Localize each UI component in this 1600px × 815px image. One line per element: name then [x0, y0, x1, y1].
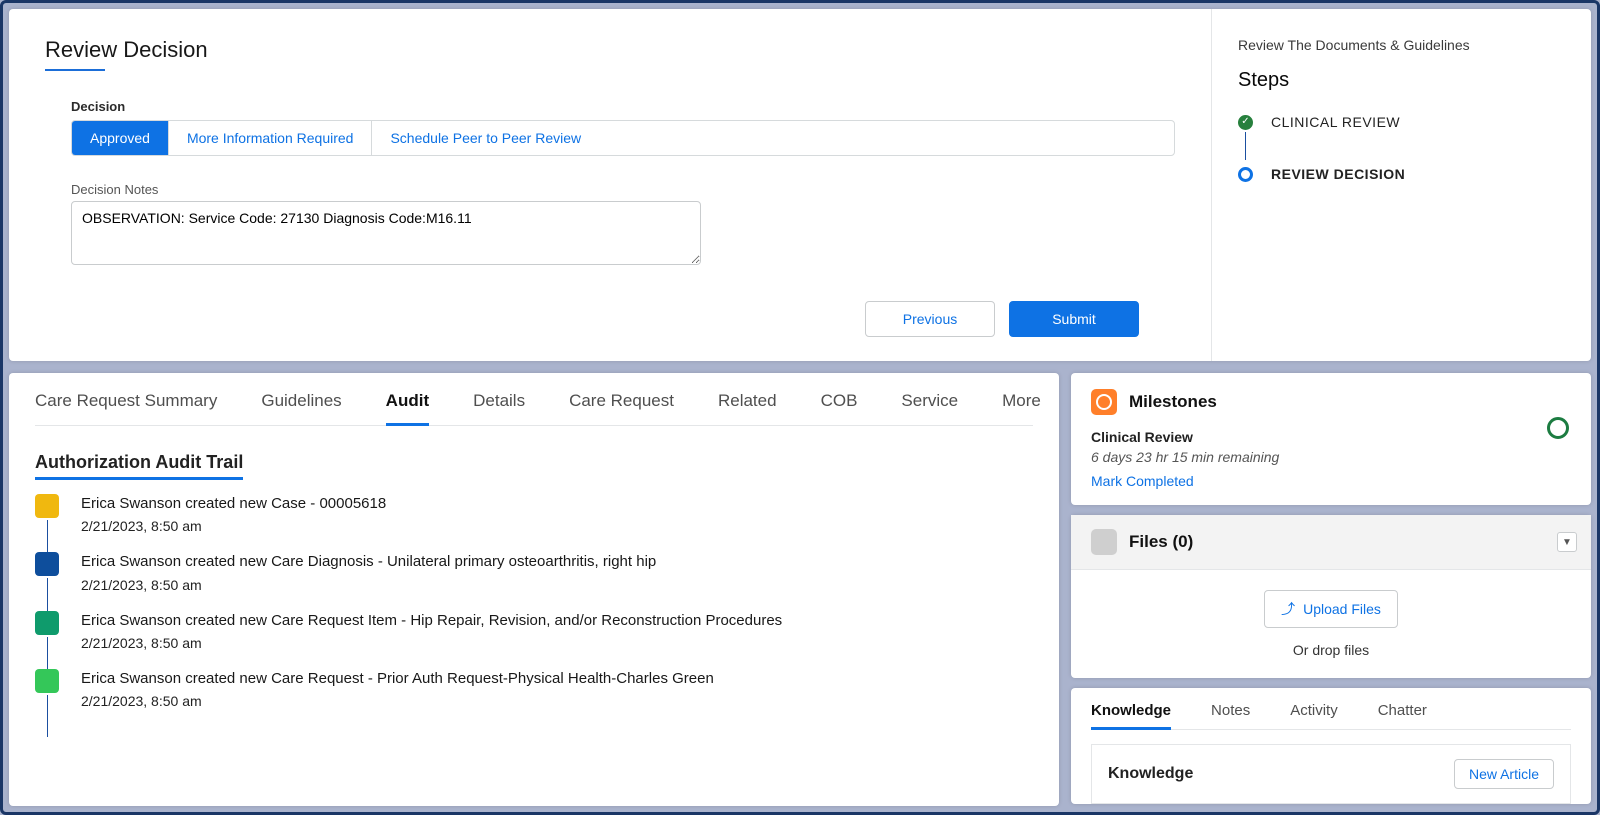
ktab-knowledge[interactable]: Knowledge	[1091, 702, 1171, 730]
title-underline	[45, 69, 105, 71]
ktab-activity[interactable]: Activity	[1290, 702, 1338, 729]
files-icon	[1091, 529, 1117, 555]
detail-tabs-panel: Care Request Summary Guidelines Audit De…	[9, 373, 1059, 806]
tab-related[interactable]: Related	[718, 391, 777, 423]
decision-notes-label: Decision Notes	[71, 182, 1175, 197]
upload-label: Upload Files	[1303, 601, 1381, 617]
progress-ring-icon	[1547, 417, 1569, 439]
tab-care-request-summary[interactable]: Care Request Summary	[35, 391, 217, 423]
audit-connector	[47, 695, 48, 737]
decision-more-info-button[interactable]: More Information Required	[169, 121, 373, 155]
audit-trail-heading: Authorization Audit Trail	[35, 452, 243, 480]
tab-care-request[interactable]: Care Request	[569, 391, 674, 423]
decision-notes-textarea[interactable]	[71, 201, 701, 265]
milestones-card: Milestones Clinical Review 6 days 23 hr …	[1071, 373, 1591, 505]
review-decision-panel: Review Decision Decision Approved More I…	[9, 9, 1591, 361]
audit-item-icon	[35, 611, 59, 635]
audit-item-text: Erica Swanson created new Care Request I…	[81, 611, 782, 631]
step-label: CLINICAL REVIEW	[1271, 114, 1400, 130]
audit-item-icon	[35, 669, 59, 693]
drop-files-text: Or drop files	[1091, 642, 1571, 658]
files-dropdown-button[interactable]: ▼	[1557, 532, 1577, 552]
milestone-icon	[1091, 389, 1117, 415]
step-connector	[1245, 132, 1246, 160]
milestone-remaining: 6 days 23 hr 15 min remaining	[1091, 449, 1571, 465]
current-step-icon	[1238, 167, 1253, 182]
upload-files-button[interactable]: ⤴ Upload Files	[1264, 590, 1398, 628]
page-title: Review Decision	[45, 37, 1175, 63]
audit-item-text: Erica Swanson created new Case - 0000561…	[81, 494, 386, 514]
tab-audit[interactable]: Audit	[386, 391, 429, 426]
audit-item: Erica Swanson created new Care Request -…	[35, 669, 1033, 709]
decision-label: Decision	[71, 99, 1175, 114]
tab-more[interactable]: More	[1002, 391, 1041, 423]
tab-cob[interactable]: COB	[821, 391, 858, 423]
steps-title: Steps	[1238, 69, 1565, 92]
audit-list: Erica Swanson created new Case - 0000561…	[35, 494, 1033, 709]
audit-item: Erica Swanson created new Care Diagnosis…	[35, 552, 1033, 592]
files-title: Files (0)	[1129, 532, 1193, 552]
check-circle-icon	[1238, 115, 1253, 130]
decision-schedule-p2p-button[interactable]: Schedule Peer to Peer Review	[372, 121, 599, 155]
audit-item-date: 2/21/2023, 8:50 am	[81, 635, 782, 651]
steps-sidebar: Review The Documents & Guidelines Steps …	[1211, 9, 1591, 361]
mark-completed-link[interactable]: Mark Completed	[1091, 473, 1194, 489]
audit-item: Erica Swanson created new Case - 0000561…	[35, 494, 1033, 534]
audit-item-date: 2/21/2023, 8:50 am	[81, 693, 714, 709]
milestone-name: Clinical Review	[1091, 429, 1571, 445]
audit-item: Erica Swanson created new Care Request I…	[35, 611, 1033, 651]
tab-details[interactable]: Details	[473, 391, 525, 423]
step-label: REVIEW DECISION	[1271, 166, 1405, 182]
files-card: Files (0) ▼ ⤴ Upload Files Or drop files	[1071, 515, 1591, 678]
previous-button[interactable]: Previous	[865, 301, 995, 337]
audit-item-date: 2/21/2023, 8:50 am	[81, 518, 386, 534]
tab-guidelines[interactable]: Guidelines	[261, 391, 341, 423]
audit-item-text: Erica Swanson created new Care Diagnosis…	[81, 552, 656, 572]
decision-approved-button[interactable]: Approved	[72, 121, 169, 155]
upload-icon: ⤴	[1281, 599, 1295, 619]
new-article-button[interactable]: New Article	[1454, 759, 1554, 789]
knowledge-body-title: Knowledge	[1108, 765, 1193, 783]
milestones-title: Milestones	[1129, 392, 1217, 412]
decision-button-group: Approved More Information Required Sched…	[71, 120, 1175, 156]
audit-item-icon	[35, 494, 59, 518]
audit-item-icon	[35, 552, 59, 576]
ktab-notes[interactable]: Notes	[1211, 702, 1250, 729]
ktab-chatter[interactable]: Chatter	[1378, 702, 1427, 729]
step-review-decision: REVIEW DECISION	[1238, 166, 1565, 182]
submit-button[interactable]: Submit	[1009, 301, 1139, 337]
audit-item-date: 2/21/2023, 8:50 am	[81, 577, 656, 593]
audit-item-text: Erica Swanson created new Care Request -…	[81, 669, 714, 689]
step-clinical-review: CLINICAL REVIEW	[1238, 114, 1565, 130]
knowledge-card: Knowledge Notes Activity Chatter Knowled…	[1071, 688, 1591, 804]
tabs-row: Care Request Summary Guidelines Audit De…	[35, 391, 1033, 426]
sidebar-heading: Review The Documents & Guidelines	[1238, 37, 1565, 53]
tab-service[interactable]: Service	[901, 391, 958, 423]
